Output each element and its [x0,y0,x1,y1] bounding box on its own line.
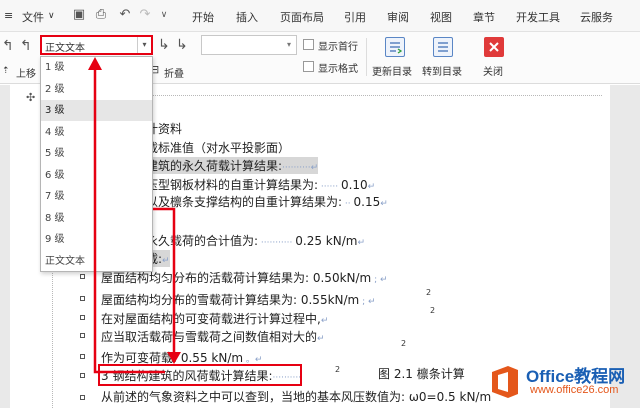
outline-bullet[interactable] [80,333,85,338]
close-outline-icon[interactable] [484,37,504,57]
watermark-logo: Office教程网 www.office26.com [488,360,640,408]
dropdown-option-level-4[interactable]: 4 级 [41,122,152,143]
save-icon[interactable]: ▣ [72,8,86,22]
menu-tab-page-layout[interactable]: 页面布局 [280,9,324,25]
dropdown-option-level-7[interactable]: 7 级 [41,186,152,207]
menu-file[interactable]: 文件 [22,9,44,25]
outline-bullet[interactable] [80,373,85,378]
watermark-url: www.office26.com [530,384,619,396]
doc-line: 载标准值（对水平投影面） [146,141,291,155]
update-toc-button[interactable]: 更新目录 [372,63,412,78]
superscript: 2 [401,339,407,348]
menu-tab-cloud[interactable]: 云服务 [580,9,613,25]
show-format-label: 显示格式 [318,64,358,75]
superscript: 2 [426,288,432,297]
figure-caption: 图 2.1 檩条计算 [378,367,465,381]
outline-level-select[interactable]: 正文文本 ▾ [40,35,153,55]
demote-arrow-icon[interactable]: ↰ [20,38,32,54]
menu-tab-section[interactable]: 章节 [473,9,495,25]
promote-arrow-icon[interactable]: ↰ [2,38,14,54]
ribbon-divider [366,38,367,76]
show-format-checkbox[interactable] [303,61,314,72]
dropdown-option-level-5[interactable]: 5 级 [41,143,152,164]
menu-tab-references[interactable]: 引用 [344,9,366,25]
redo-icon[interactable]: ↷ [138,8,152,22]
doc-line: 压型钢板材料的自重计算结果为: ······ 0.10↵ [146,178,376,192]
goto-toc-button[interactable]: 转到目录 [422,63,462,78]
outline-level-dropdown: 1 级 2 级 3 级 4 级 5 级 6 级 7 级 8 级 9 级 正文文本 [40,56,153,272]
goto-toc-icon[interactable] [433,37,453,57]
menu-tab-start[interactable]: 开始 [192,9,214,25]
doc-line-highlighted: 建筑的永久荷载计算结果:··········↵ [146,157,319,174]
outline-level-value: 正文文本 [45,43,85,54]
dropdown-option-level-3[interactable]: 3 级 [41,100,152,121]
update-toc-icon[interactable] [385,37,405,57]
close-outline-button[interactable]: 关闭 [483,63,503,78]
print-icon[interactable]: ⎙ [94,8,108,22]
dropdown-option-level-1[interactable]: 1 级 [41,57,152,78]
menu-tab-insert[interactable]: 插入 [236,9,258,25]
show-level-select[interactable]: ▾ [201,35,297,55]
menu-bar: ≡ 文件 ∨ ▣ ⎙ ↶ ↷ ∨ 开始 插入 页面布局 引用 审阅 视图 章节 … [0,0,640,32]
menu-icon[interactable]: ≡ [4,9,13,22]
doc-line: 应当取活载荷与雪载荷之间数值相对大的↵ [101,330,325,344]
demote-to-body-icon[interactable]: ↳ [176,37,188,53]
doc-line: 以及檩条支撑结构的自重计算结果为: ·· 0.15↵ [146,195,388,209]
menu-tab-developer[interactable]: 开发工具 [516,9,560,25]
show-first-line-label: 显示首行 [318,42,358,53]
undo-icon[interactable]: ↶ [118,8,132,22]
chevron-down-icon[interactable]: ∨ [48,11,55,21]
dropdown-option-level-8[interactable]: 8 级 [41,208,152,229]
office-logo-icon [492,366,518,398]
doc-line: 永久载荷的合计值为: ··········· 0.25 kN/m↵ [146,234,365,248]
annotation-highlight-box [98,364,302,386]
show-level-arrow-icon[interactable]: ▾ [282,36,296,54]
dropdown-arrow-icon[interactable]: ▾ [137,37,151,53]
outline-bullet[interactable] [80,395,85,400]
outline-bullet[interactable] [80,296,85,301]
demote-right-icon[interactable]: ↳ [158,37,170,53]
dropdown-option-body-text[interactable]: 正文文本 [41,251,152,272]
quick-access-chevron-icon[interactable]: ∨ [157,8,171,22]
dropdown-option-level-6[interactable]: 6 级 [41,165,152,186]
superscript: 2 [430,306,436,315]
dropdown-option-level-9[interactable]: 9 级 [41,229,152,250]
outline-bullet[interactable] [80,315,85,320]
show-first-line-checkbox[interactable] [303,39,314,50]
doc-line: 屋面结构均分布的雪载荷计算结果为: 0.55kN/m ; ↵ [101,293,376,307]
outline-bullet[interactable] [80,354,85,359]
superscript: 2 [335,365,341,374]
menu-tab-view[interactable]: 视图 [430,9,452,25]
doc-line: 在对屋面结构的可变荷载进行计算过程中,↵ [101,312,329,326]
outline-anchor-icon[interactable]: ✣ [26,91,35,104]
doc-line: 从前述的气象资料之中可以查到，当地的基本风压数值为: ω0=0.5 kN/m [101,390,492,404]
move-up-icon[interactable]: ⇡ [2,66,10,76]
move-up-label[interactable]: 上移 [16,65,36,80]
outline-bullet[interactable] [80,274,85,279]
dropdown-option-level-2[interactable]: 2 级 [41,79,152,100]
menu-tab-review[interactable]: 审阅 [387,9,409,25]
collapse-label[interactable]: 折叠 [164,65,184,80]
